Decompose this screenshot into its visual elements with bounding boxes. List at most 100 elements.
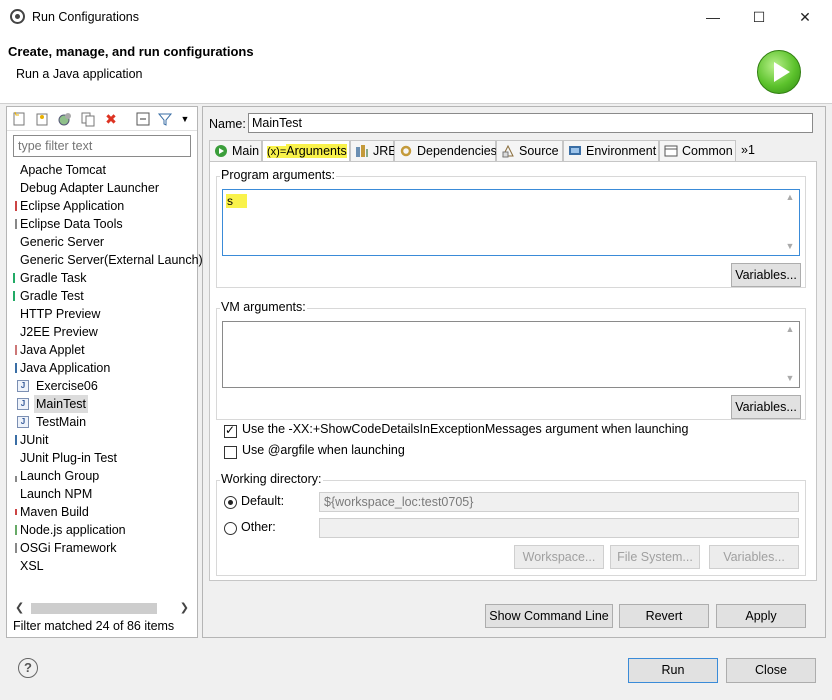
window-title: Run Configurations	[32, 10, 140, 24]
app-icon	[10, 9, 25, 24]
argfile-label: Use @argfile when launching	[242, 443, 405, 457]
main-tab-icon	[214, 144, 228, 158]
tree-item-java-applet[interactable]: Java Applet	[7, 341, 197, 359]
tree-item-generic-server[interactable]: Generic Server	[7, 233, 197, 251]
maximize-button[interactable]: ☐	[743, 6, 775, 28]
run-banner-icon	[757, 50, 801, 94]
new-prototype-icon[interactable]	[34, 111, 50, 127]
view-menu-chevron-icon[interactable]: ▼	[177, 111, 193, 127]
working-directory-label: Working directory:	[220, 472, 323, 486]
close-window-button[interactable]: ✕	[789, 6, 821, 28]
dependencies-tab-icon	[399, 144, 413, 158]
scroll-down-icon[interactable]: ▼	[783, 373, 797, 385]
directory-variables-button[interactable]: Variables...	[709, 545, 799, 569]
program-arguments-textarea[interactable]: s ▲ ▼	[222, 189, 800, 256]
tree-item-http-preview[interactable]: HTTP Preview	[7, 305, 197, 323]
config-name-input[interactable]	[248, 113, 813, 133]
tree-toolbar: ✖ ▼	[7, 107, 197, 131]
header-title: Create, manage, and run configurations	[8, 44, 254, 59]
tree-item-junit-plugin-test[interactable]: JUnit Plug-in Test	[7, 449, 197, 467]
tree-item-xsl[interactable]: XSL	[7, 557, 197, 575]
show-code-details-checkbox[interactable]	[224, 423, 237, 438]
tree-horizontal-scrollbar[interactable]: ❮ ❯	[13, 601, 191, 615]
filter-icon[interactable]	[157, 111, 173, 127]
scroll-right-icon[interactable]: ❯	[180, 601, 189, 614]
scroll-left-icon[interactable]: ❮	[15, 601, 24, 614]
tree-item-junit[interactable]: JUnit	[7, 431, 197, 449]
dialog-header: Create, manage, and run configurations R…	[0, 34, 832, 104]
jre-tab-icon	[355, 144, 369, 158]
minimize-button[interactable]: —	[697, 6, 729, 28]
tab-jre[interactable]: JRE	[350, 140, 397, 162]
show-command-line-button[interactable]: Show Command Line	[485, 604, 613, 628]
vm-arguments-scrollbar[interactable]: ▲ ▼	[783, 324, 797, 385]
show-code-details-label: Use the -XX:+ShowCodeDetailsInExceptionM…	[242, 422, 689, 436]
configuration-tree-panel: ✖ ▼ Apache Tomcat Debug Adapter Launcher…	[6, 106, 203, 638]
collapse-all-icon[interactable]	[135, 111, 151, 127]
tree-item-generic-server-external[interactable]: Generic Server(External Launch)	[7, 251, 203, 269]
tree-item-java-application[interactable]: Java Application	[7, 359, 197, 377]
header-subtitle: Run a Java application	[16, 67, 143, 81]
other-radio[interactable]	[224, 522, 237, 535]
program-arguments-group: Program arguments: s ▲ ▼ Variables...	[216, 168, 806, 288]
tree-item-apache-tomcat[interactable]: Apache Tomcat	[7, 161, 197, 179]
tree-item-gradle-task[interactable]: Gradle Task	[7, 269, 197, 287]
tree-marker	[15, 525, 17, 535]
tree-item-maintest[interactable]: J MainTest	[7, 395, 197, 413]
run-button[interactable]: Run	[628, 658, 718, 683]
tree-marker	[15, 543, 17, 553]
java-launch-icon: J	[17, 398, 29, 410]
default-label: Default:	[241, 494, 285, 508]
tree-item-j2ee-preview[interactable]: J2EE Preview	[7, 323, 197, 341]
default-directory-field: ${workspace_loc:test0705}	[319, 492, 799, 512]
close-button[interactable]: Close	[726, 658, 816, 683]
default-radio[interactable]	[224, 496, 237, 509]
java-launch-icon: J	[17, 416, 29, 428]
vm-arguments-textarea[interactable]: ▲ ▼	[222, 321, 800, 388]
tab-dependencies[interactable]: Dependencies	[394, 140, 497, 162]
scroll-down-icon[interactable]: ▼	[783, 241, 797, 253]
scroll-up-icon[interactable]: ▲	[783, 192, 797, 204]
tree-item-nodejs-application[interactable]: Node.js application	[7, 521, 197, 539]
program-variables-button[interactable]: Variables...	[731, 263, 801, 287]
new-config-icon[interactable]	[11, 111, 27, 127]
help-icon[interactable]: ?	[18, 658, 38, 678]
export-config-icon[interactable]	[57, 111, 73, 127]
tree-item-eclipse-application[interactable]: Eclipse Application	[7, 197, 197, 215]
tree-item-osgi-framework[interactable]: OSGi Framework	[7, 539, 197, 557]
tab-main[interactable]: Main	[209, 140, 262, 162]
tab-environment[interactable]: Environment	[563, 140, 659, 162]
more-tabs-icon[interactable]: »1	[736, 140, 764, 162]
tree-item-launch-npm[interactable]: Launch NPM	[7, 485, 197, 503]
tree-marker	[15, 476, 17, 482]
tree-item-testmain[interactable]: J TestMain	[7, 413, 197, 431]
revert-button[interactable]: Revert	[619, 604, 709, 628]
title-bar: Run Configurations — ☐ ✕	[0, 0, 832, 34]
scrollbar-thumb[interactable]	[31, 603, 157, 614]
tree-marker	[15, 509, 17, 515]
tree-item-debug-adapter-launcher[interactable]: Debug Adapter Launcher	[7, 179, 197, 197]
arguments-tab-icon: (x)=	[267, 146, 287, 158]
filter-input[interactable]	[13, 135, 191, 157]
tree-marker	[15, 345, 17, 355]
tab-source[interactable]: Source	[496, 140, 563, 162]
vm-variables-button[interactable]: Variables...	[731, 395, 801, 419]
duplicate-config-icon[interactable]	[80, 111, 96, 127]
tree-item-eclipse-data-tools[interactable]: Eclipse Data Tools	[7, 215, 197, 233]
tree-item-maven-build[interactable]: Maven Build	[7, 503, 197, 521]
apply-button[interactable]: Apply	[716, 604, 806, 628]
tree-marker	[15, 219, 17, 229]
java-launch-icon: J	[17, 380, 29, 392]
tree-item-launch-group[interactable]: Launch Group	[7, 467, 197, 485]
file-system-button[interactable]: File System...	[610, 545, 700, 569]
argfile-checkbox[interactable]	[224, 446, 237, 459]
tree-marker	[15, 363, 17, 373]
tree-item-exercise06[interactable]: J Exercise06	[7, 377, 197, 395]
tab-arguments[interactable]: (x)=Arguments	[262, 140, 350, 162]
workspace-button[interactable]: Workspace...	[514, 545, 604, 569]
tab-common[interactable]: Common	[659, 140, 736, 162]
program-arguments-scrollbar[interactable]: ▲ ▼	[783, 192, 797, 253]
scroll-up-icon[interactable]: ▲	[783, 324, 797, 336]
tree-item-gradle-test[interactable]: Gradle Test	[7, 287, 197, 305]
delete-config-icon[interactable]: ✖	[103, 111, 119, 127]
